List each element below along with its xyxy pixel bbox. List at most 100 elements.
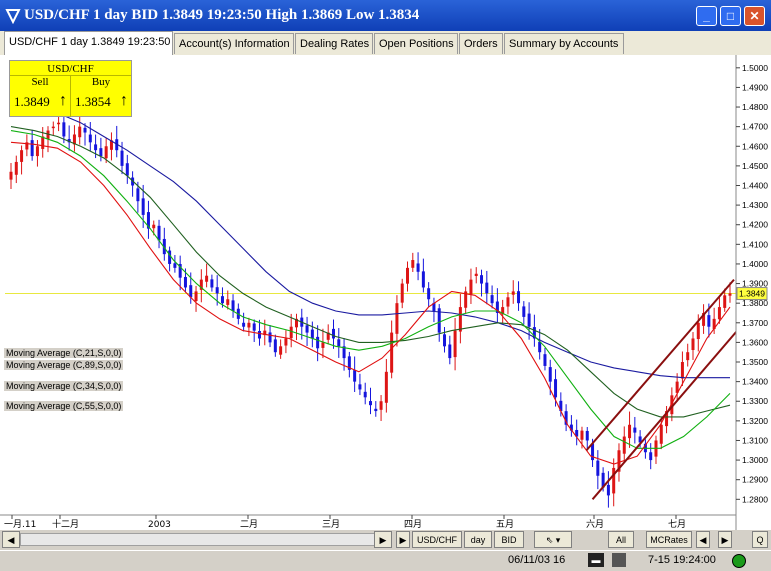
- candle-down: [99, 148, 103, 157]
- play-button[interactable]: ▶: [396, 531, 410, 548]
- period-button[interactable]: day: [464, 531, 492, 548]
- candle-down: [538, 341, 542, 353]
- candle-up: [78, 126, 82, 138]
- y-tick-label: 1.3100: [742, 435, 768, 445]
- connection-status-icon: [732, 554, 746, 568]
- candle-up: [321, 342, 325, 348]
- candle-down: [480, 275, 484, 284]
- horizontal-scrollbar[interactable]: [20, 533, 390, 546]
- y-tick-label: 1.4500: [742, 161, 768, 171]
- mcrates-button[interactable]: MCRates: [646, 531, 692, 548]
- candle-down: [173, 263, 177, 268]
- candle-down: [443, 334, 447, 347]
- candle-down: [316, 336, 320, 349]
- sell-panel[interactable]: Sell 1.3849 ↑: [10, 75, 71, 117]
- candle-up: [226, 299, 230, 305]
- candle-down: [62, 122, 66, 137]
- candle-up: [384, 371, 388, 403]
- price-chart[interactable]: 1.5000 1.4900 1.4800 1.4700 1.4600 1.4500 1.44…: [0, 55, 771, 530]
- y-tick-label: 1.3600: [742, 337, 768, 347]
- candle-down: [649, 452, 653, 461]
- candle-up: [691, 338, 695, 350]
- candle-up: [580, 430, 584, 440]
- candle-up: [35, 146, 39, 157]
- x-tick-label: 七月: [668, 519, 686, 530]
- candle-down: [448, 344, 452, 359]
- scroll-left-button[interactable]: ◀: [2, 531, 20, 548]
- candle-down: [596, 460, 600, 476]
- arrow-up-icon: ↑: [59, 92, 67, 109]
- tab-dealing-rates[interactable]: Dealing Rates: [295, 33, 373, 54]
- x-axis: 一月.11 十二月 2003 二月 三月 四月 五月 六月 七月: [0, 514, 736, 530]
- candle-up: [717, 307, 721, 320]
- y-tick-label: 1.2800: [742, 494, 768, 504]
- candle-down: [517, 291, 521, 304]
- candle-down: [268, 332, 272, 343]
- candle-up: [279, 346, 283, 355]
- buy-panel[interactable]: Buy 1.3854 ↑: [71, 75, 131, 117]
- candle-down: [490, 295, 494, 304]
- candle-down: [554, 379, 558, 398]
- y-tick-label: 1.4400: [742, 180, 768, 190]
- candle-up: [469, 279, 473, 295]
- price-type-button[interactable]: BID: [494, 531, 524, 548]
- tab-orders[interactable]: Orders: [459, 33, 503, 54]
- candle-down: [363, 391, 367, 398]
- ma55-line: [10, 126, 731, 418]
- candle-down: [141, 198, 145, 215]
- app-logo-icon: [5, 9, 21, 24]
- candle-down: [358, 384, 362, 390]
- candle-down: [257, 331, 261, 339]
- candlestick-chart[interactable]: 1.5000 1.4900 1.4800 1.4700 1.4600 1.4500 1.44…: [0, 55, 771, 530]
- legend-ma89: Moving Average (C,89,S,0,0): [4, 360, 124, 370]
- scroll-right-small-icon[interactable]: ▶: [718, 531, 732, 548]
- candle-down: [242, 322, 246, 327]
- candle-down: [210, 279, 214, 288]
- minimize-button[interactable]: _: [696, 6, 717, 26]
- scroll-right-button[interactable]: ▶: [374, 531, 392, 548]
- y-tick-label: 1.4800: [742, 102, 768, 112]
- candle-up: [511, 291, 515, 295]
- maximize-button[interactable]: □: [720, 6, 741, 26]
- candle-up: [41, 136, 45, 149]
- symbol-button[interactable]: USD/CHF: [412, 531, 462, 548]
- candle-up: [453, 330, 457, 358]
- candle-down: [136, 188, 140, 202]
- y-tick-label: 1.3500: [742, 357, 768, 367]
- candle-down: [353, 370, 357, 382]
- candle-down: [606, 484, 610, 496]
- tab-summary-by-accounts[interactable]: Summary by Accounts: [504, 33, 624, 54]
- candle-down: [585, 430, 589, 441]
- candle-up: [506, 297, 510, 307]
- tab-account-information[interactable]: Account(s) Information: [174, 33, 294, 54]
- tab-bar: USD/CHF 1 day 1.3849 19:23:50 Account(s)…: [0, 31, 771, 56]
- candle-down: [633, 427, 637, 433]
- candle-down: [527, 313, 531, 327]
- all-button[interactable]: All: [608, 531, 634, 548]
- candle-up: [406, 267, 410, 284]
- candle-down: [331, 328, 335, 339]
- candle-down: [94, 144, 98, 151]
- candle-up: [390, 332, 394, 373]
- candle-up: [205, 275, 209, 282]
- candle-up: [57, 122, 61, 125]
- y-tick-label: 1.3700: [742, 318, 768, 328]
- x-tick-label: 六月: [586, 518, 604, 530]
- y-tick-label: 1.5000: [742, 63, 768, 73]
- candle-down: [215, 287, 219, 294]
- legend-ma34: Moving Average (C,34,S,0,0): [4, 381, 124, 391]
- candle-down: [273, 339, 277, 353]
- candle-up: [612, 467, 616, 494]
- candle-up: [400, 283, 404, 303]
- x-tick-label: 2003: [148, 520, 171, 530]
- tab-chart[interactable]: USD/CHF 1 day 1.3849 19:23:50: [4, 31, 173, 55]
- candle-up: [680, 362, 684, 379]
- tab-open-positions[interactable]: Open Positions: [374, 33, 458, 54]
- candle-down: [421, 271, 425, 288]
- close-button[interactable]: ✕: [744, 6, 765, 26]
- q-button[interactable]: Q: [752, 531, 768, 548]
- candle-up: [14, 161, 18, 175]
- scroll-left-small-icon[interactable]: ◀: [696, 531, 710, 548]
- y-tick-label: 1.4900: [742, 82, 768, 92]
- cursor-tool-icon[interactable]: ⇖ ▾: [534, 531, 572, 548]
